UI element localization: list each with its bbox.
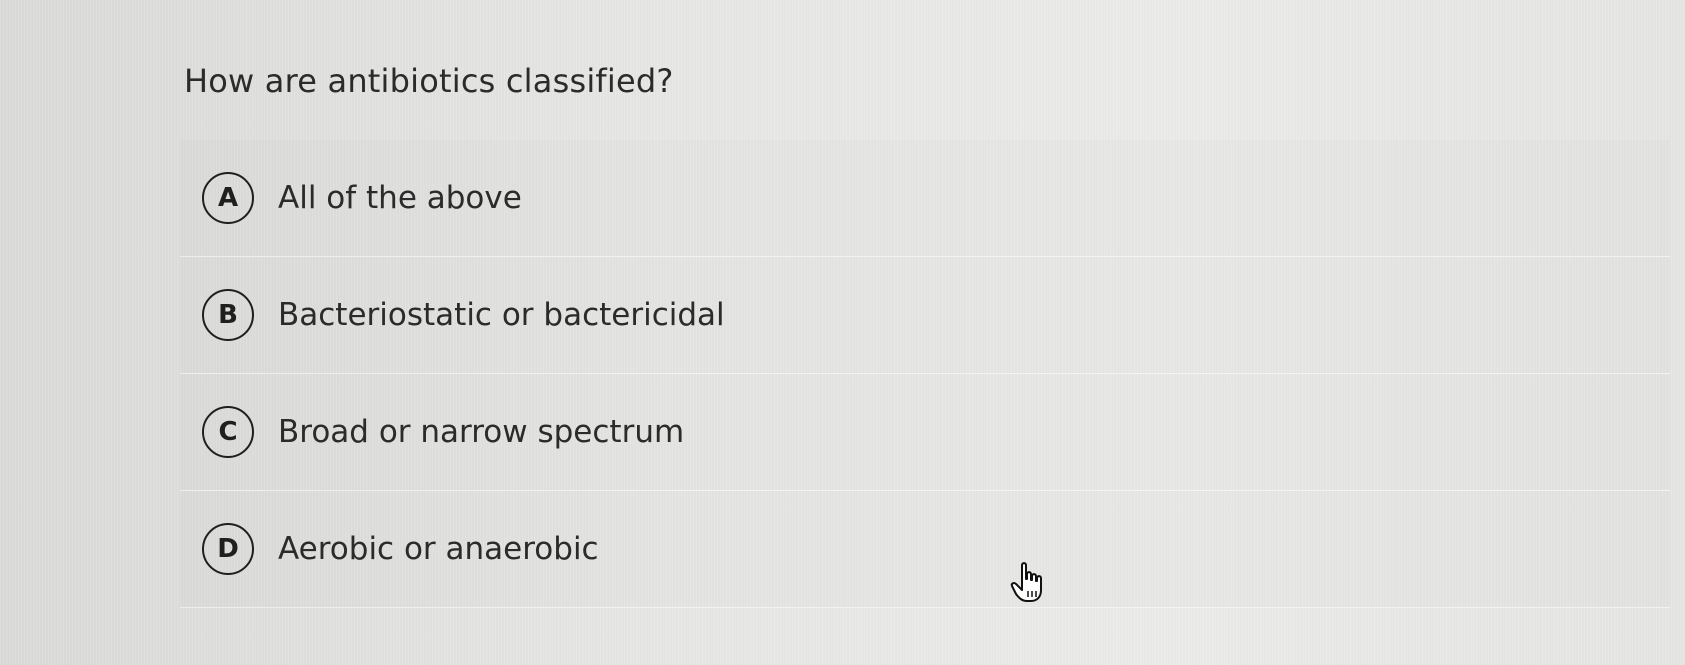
option-letter-badge: A xyxy=(202,172,254,224)
option-label: Broad or narrow spectrum xyxy=(278,414,685,450)
option-letter-badge: C xyxy=(202,406,254,458)
option-d[interactable]: D Aerobic or anaerobic xyxy=(180,491,1670,608)
option-letter-badge: B xyxy=(202,289,254,341)
option-label: Bacteriostatic or bactericidal xyxy=(278,297,725,333)
quiz-screen: How are antibiotics classified? A All of… xyxy=(0,0,1685,665)
answer-options: A All of the above B Bacteriostatic or b… xyxy=(180,140,1670,608)
option-a[interactable]: A All of the above xyxy=(180,140,1670,257)
option-letter-badge: D xyxy=(202,523,254,575)
option-c[interactable]: C Broad or narrow spectrum xyxy=(180,374,1670,491)
option-label: All of the above xyxy=(278,180,522,216)
option-b[interactable]: B Bacteriostatic or bactericidal xyxy=(180,257,1670,374)
question-text: How are antibiotics classified? xyxy=(184,62,674,100)
hand-pointer-icon xyxy=(1010,562,1042,602)
option-label: Aerobic or anaerobic xyxy=(278,531,599,567)
